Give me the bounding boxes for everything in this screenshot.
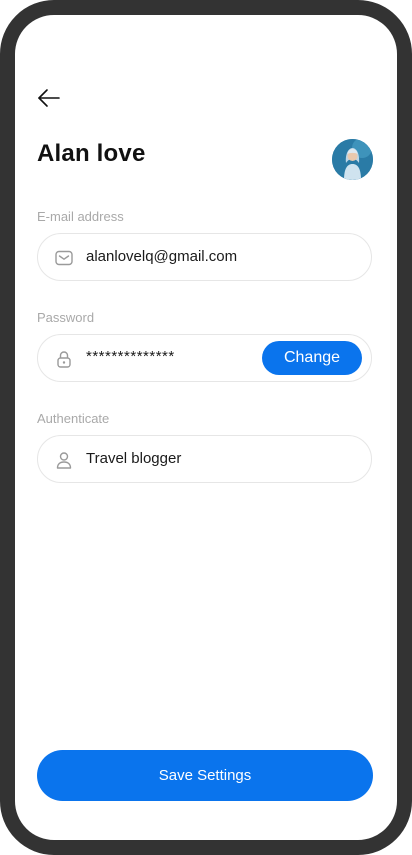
user-icon — [54, 450, 74, 470]
change-password-button[interactable]: Change — [262, 341, 362, 375]
email-value: alanlovelq@gmail.com — [86, 248, 238, 265]
email-label: E-mail address — [37, 209, 124, 224]
page-title: Alan love — [37, 140, 146, 167]
password-value: ************** — [86, 348, 175, 365]
email-field[interactable]: alanlovelq@gmail.com — [37, 233, 372, 281]
authenticate-label: Authenticate — [37, 411, 110, 426]
lock-icon — [54, 349, 74, 369]
avatar[interactable] — [332, 139, 373, 180]
settings-screen: Alan love E-mail address alanlovelq@gmai… — [15, 15, 397, 840]
mail-icon — [54, 248, 74, 268]
phone-frame: Alan love E-mail address alanlovelq@gmai… — [0, 0, 412, 855]
arrow-left-icon — [37, 87, 63, 109]
authenticate-field[interactable]: Travel blogger — [37, 435, 372, 483]
authenticate-value: Travel blogger — [86, 450, 182, 467]
save-settings-button[interactable]: Save Settings — [37, 750, 373, 801]
password-field[interactable]: ************** Change — [37, 334, 372, 382]
back-button[interactable] — [37, 87, 63, 109]
password-label: Password — [37, 310, 95, 325]
